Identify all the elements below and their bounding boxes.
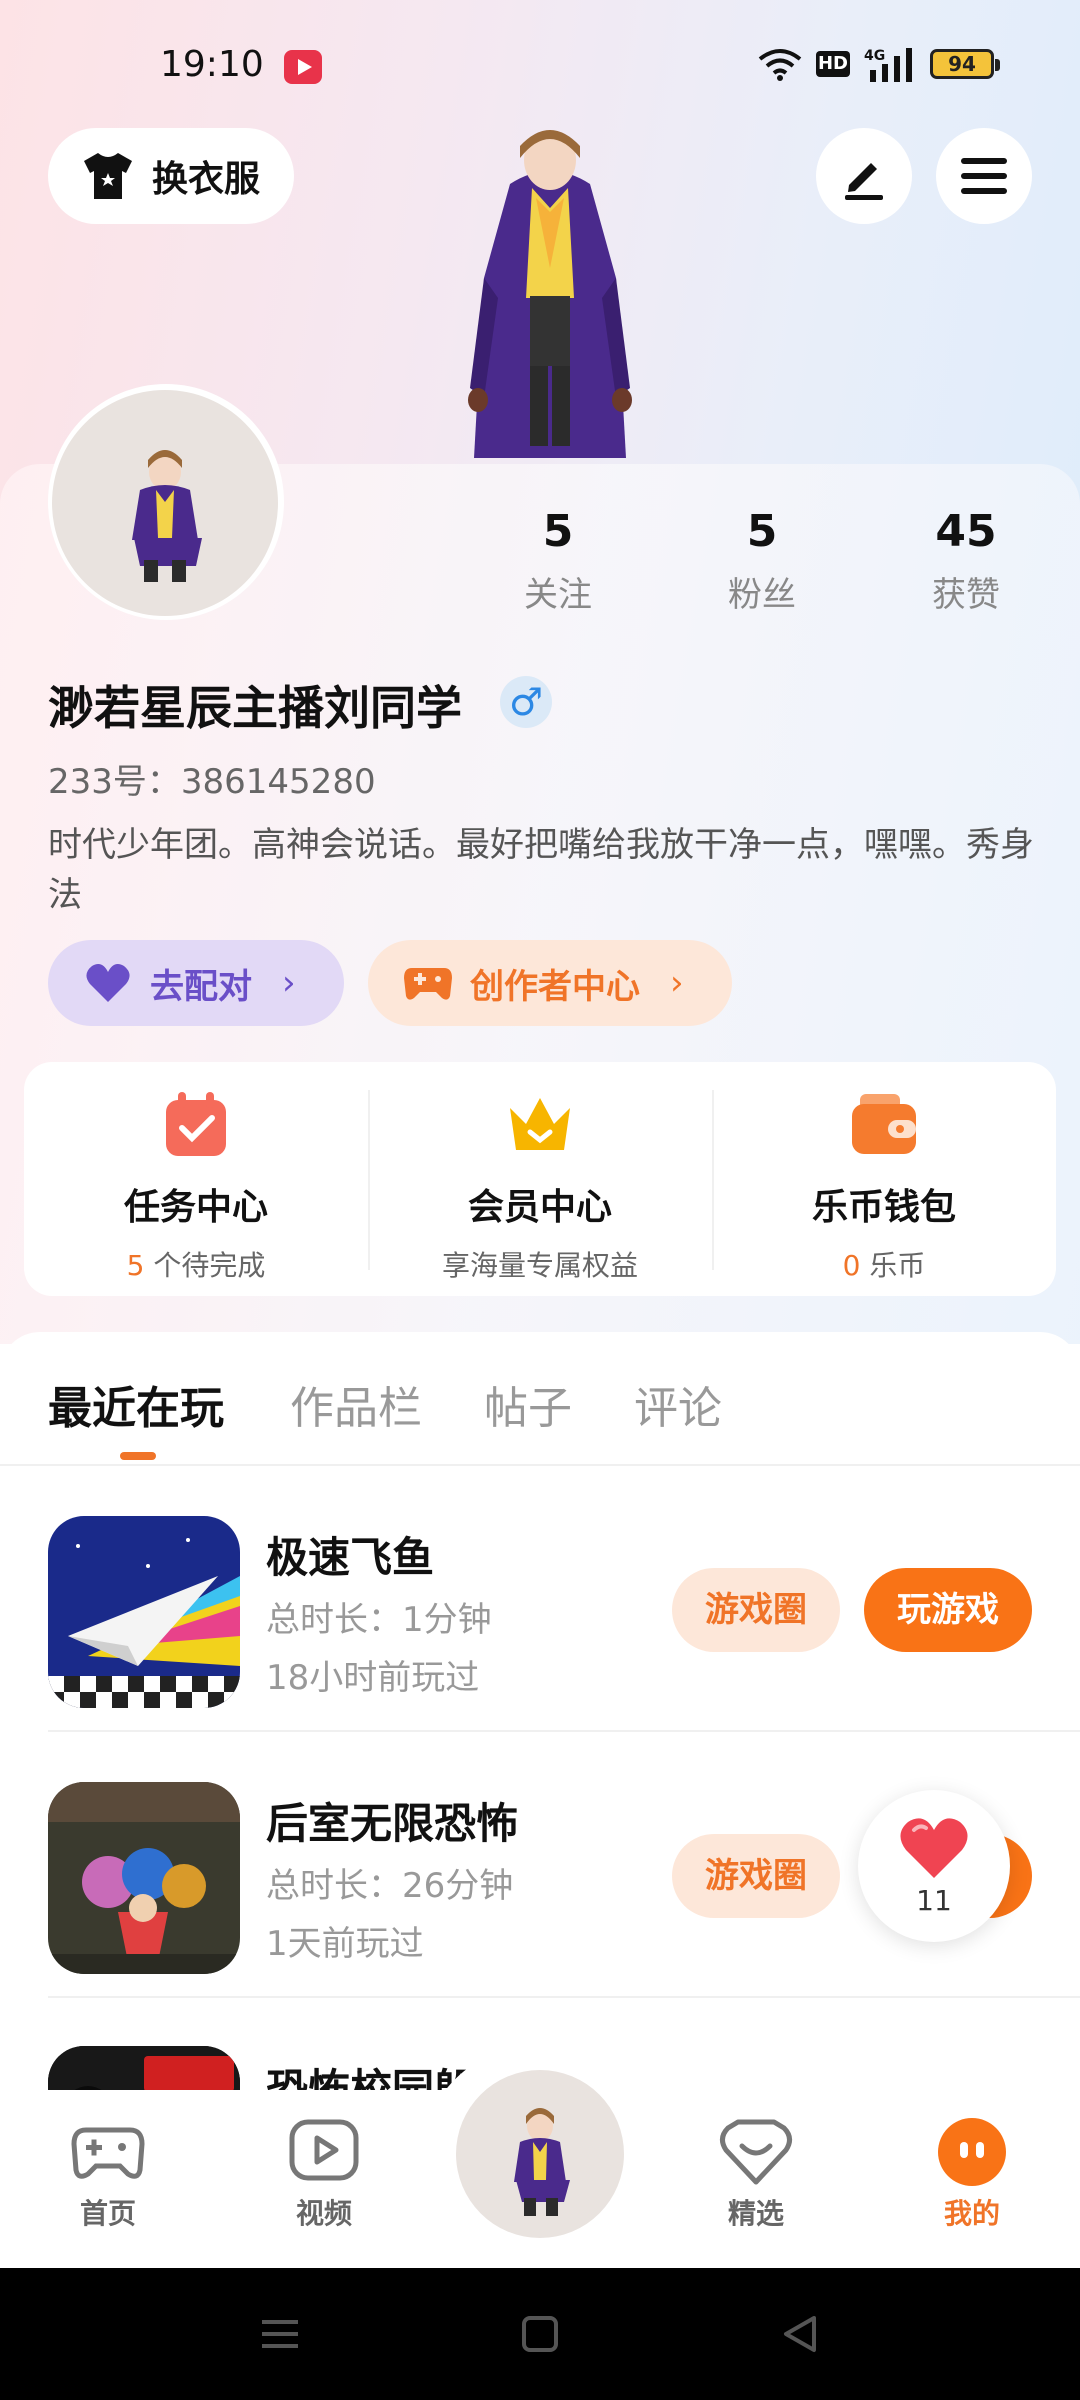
video-app-icon <box>284 50 322 84</box>
likes-count: 45 <box>935 506 997 557</box>
like-count: 11 <box>916 1883 952 1917</box>
recent-apps-icon[interactable] <box>258 2312 302 2356</box>
coin-wallet-subtitle: 0 乐币 <box>842 1249 926 1282</box>
nav-center-avatar[interactable] <box>456 2070 624 2238</box>
system-navigation-bar <box>0 2268 1080 2400</box>
hamburger-menu-icon <box>961 158 1007 194</box>
task-center-subtitle: 5 个待完成 <box>126 1249 266 1282</box>
nav-video[interactable]: 视频 <box>254 2114 394 2232</box>
crown-icon <box>510 1098 570 1150</box>
quick-entries-card: 任务中心 5 个待完成 会员中心 享海量专属权益 乐币钱包 0 乐币 <box>24 1062 1056 1296</box>
edit-profile-button[interactable] <box>816 128 912 224</box>
coin-wallet-entry[interactable]: 乐币钱包 0 乐币 <box>712 1062 1056 1296</box>
avatar-seated-figure <box>132 450 202 582</box>
tab-recently-played[interactable]: 最近在玩 <box>48 1372 224 1436</box>
heart-diamond-icon <box>720 2119 792 2185</box>
tab-posts[interactable]: 帖子 <box>484 1372 572 1436</box>
svg-text:4G: 4G <box>864 48 885 64</box>
nav-featured-label: 精选 <box>727 2197 784 2230</box>
gamepad-icon <box>71 2127 145 2179</box>
nav-mine-label: 我的 <box>943 2197 1000 2230</box>
wallet-icon <box>852 1094 916 1154</box>
game-circle-button[interactable]: 游戏圈 <box>672 1568 840 1652</box>
avatar-character-figure[interactable] <box>440 128 660 464</box>
chevron-right-icon: › <box>282 963 296 1003</box>
following-label: 关注 <box>524 575 592 615</box>
match-label: 去配对 <box>150 966 252 1007</box>
user-id: 233号：386145280 <box>48 762 376 802</box>
like-floating-button[interactable]: 11 <box>858 1790 1010 1942</box>
stat-likes[interactable]: 45 获赞 <box>886 506 1046 616</box>
game-last-played: 1天前玩过 <box>266 1924 424 1964</box>
avatar-seated-figure <box>514 2108 570 2216</box>
status-time: 19:10 <box>160 44 264 85</box>
coin-wallet-title: 乐币钱包 <box>811 1187 956 1228</box>
heart-icon <box>86 964 130 1002</box>
nav-home-label: 首页 <box>79 2197 136 2230</box>
following-count: 5 <box>542 506 574 557</box>
nav-video-label: 视频 <box>295 2197 352 2230</box>
profile-face-icon <box>938 2118 1006 2186</box>
vip-center-title: 会员中心 <box>467 1187 612 1228</box>
back-icon[interactable] <box>778 2312 822 2356</box>
vip-center-subtitle: 享海量专属权益 <box>441 1249 638 1282</box>
play-game-button[interactable]: 玩游戏 <box>864 1568 1032 1652</box>
tab-works[interactable]: 作品栏 <box>290 1372 422 1436</box>
user-bio: 时代少年团。高神会说话。最好把嘴给我放干净一点，嘿嘿。秀身法 <box>48 825 1034 915</box>
likes-label: 获赞 <box>932 575 1000 615</box>
profile-tabs: 最近在玩 作品栏 帖子 评论 <box>0 1332 1080 1464</box>
play-video-icon <box>289 2119 359 2181</box>
hd-icon: HD <box>816 51 850 77</box>
avatar[interactable] <box>52 390 278 616</box>
nav-featured[interactable]: 精选 <box>686 2114 826 2232</box>
gamepad-icon <box>404 968 452 1000</box>
game-circle-button[interactable]: 游戏圈 <box>672 1834 840 1918</box>
creator-center-label: 创作者中心 <box>470 966 640 1007</box>
game-title: 极速飞鱼 <box>266 1533 435 1582</box>
creator-center-button[interactable]: 创作者中心 › <box>368 940 732 1026</box>
nickname: 渺若星辰主播刘同学 <box>48 681 462 735</box>
nav-home[interactable]: 首页 <box>38 2114 178 2232</box>
paper-plane-game-art <box>48 1516 240 1708</box>
game-total-time: 总时长：26分钟 <box>266 1866 514 1906</box>
followers-count: 5 <box>746 506 778 557</box>
chevron-right-icon: › <box>670 963 684 1003</box>
nav-mine[interactable]: 我的 <box>902 2114 1042 2232</box>
match-button[interactable]: 去配对 › <box>48 940 344 1026</box>
stat-followers[interactable]: 5 粉丝 <box>682 506 842 616</box>
vip-center-entry[interactable]: 会员中心 享海量专属权益 <box>368 1062 712 1296</box>
stat-following[interactable]: 5 关注 <box>478 506 638 616</box>
task-center-entry[interactable]: 任务中心 5 个待完成 <box>24 1062 368 1296</box>
backrooms-game-art <box>48 1782 240 1974</box>
game-total-time: 总时长：1分钟 <box>266 1600 492 1640</box>
home-icon[interactable] <box>518 2312 562 2356</box>
male-gender-icon: ♂ <box>500 676 552 728</box>
calendar-check-icon <box>166 1092 226 1156</box>
game-icon-flying-fish[interactable] <box>48 1516 240 1708</box>
tshirt-icon <box>84 153 132 199</box>
task-center-title: 任务中心 <box>123 1187 268 1228</box>
followers-label: 粉丝 <box>728 575 796 615</box>
wifi-icon <box>758 49 802 81</box>
tab-comments[interactable]: 评论 <box>634 1372 722 1436</box>
menu-button[interactable] <box>936 128 1032 224</box>
tab-active-indicator <box>120 1452 156 1460</box>
game-last-played: 18小时前玩过 <box>266 1658 480 1698</box>
signal-4g-icon: 4G <box>864 48 912 82</box>
game-title: 后室无限恐怖 <box>266 1799 519 1848</box>
battery-icon: 94 <box>930 49 1000 79</box>
change-outfit-label: 换衣服 <box>152 159 261 200</box>
list-item[interactable]: 极速飞鱼 总时长：1分钟 18小时前玩过 游戏圈 玩游戏 <box>48 1466 1080 1732</box>
status-bar: 19:10 HD 4G 94 <box>0 0 1080 130</box>
heart-icon <box>900 1817 968 1878</box>
pen-icon <box>845 163 883 200</box>
change-outfit-button[interactable]: 换衣服 <box>48 128 294 224</box>
game-icon-backrooms[interactable] <box>48 1782 240 1974</box>
